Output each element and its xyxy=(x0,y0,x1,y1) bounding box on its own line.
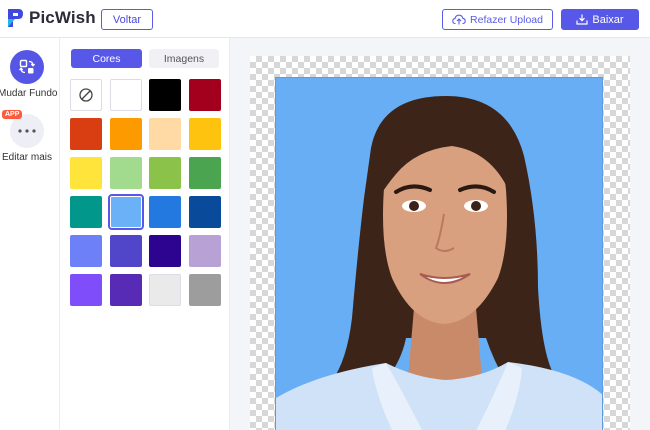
app-badge: APP xyxy=(2,110,23,119)
back-button[interactable]: Voltar xyxy=(101,9,153,30)
color-swatch[interactable] xyxy=(70,274,102,306)
portrait-illustration xyxy=(276,96,602,430)
download-button-label: Baixar xyxy=(592,13,624,26)
download-icon xyxy=(576,14,589,25)
canvas-area xyxy=(230,38,650,430)
color-swatch[interactable] xyxy=(70,157,102,189)
color-swatch[interactable] xyxy=(149,79,181,111)
color-swatch[interactable] xyxy=(188,274,221,306)
tab-images[interactable]: Imagens xyxy=(149,49,219,68)
download-button[interactable]: Baixar xyxy=(561,9,639,30)
picwish-logo-icon xyxy=(8,9,23,27)
color-swatch[interactable] xyxy=(149,157,181,189)
tab-images-label: Imagens xyxy=(163,52,205,65)
reupload-button[interactable]: Refazer Upload xyxy=(442,9,553,30)
color-swatch[interactable] xyxy=(188,196,221,228)
color-swatch[interactable] xyxy=(149,274,181,306)
back-button-label: Voltar xyxy=(112,13,142,26)
color-swatch[interactable] xyxy=(70,196,102,228)
edit-more-label: Editar mais xyxy=(2,152,53,163)
color-swatch[interactable] xyxy=(109,79,142,111)
color-swatch[interactable] xyxy=(149,118,181,150)
tab-colors[interactable]: Cores xyxy=(71,49,142,68)
reupload-button-label: Refazer Upload xyxy=(470,13,543,26)
no-color-swatch[interactable] xyxy=(70,79,102,111)
no-color-icon xyxy=(79,88,93,102)
tool-rail: Mudar Fundo APP Editar mais xyxy=(0,38,60,430)
background-panel: Cores Imagens xyxy=(60,38,230,430)
change-background-tool[interactable] xyxy=(10,50,44,84)
color-swatch[interactable] xyxy=(188,235,221,267)
change-background-icon xyxy=(19,59,35,74)
top-bar: PicWish Voltar Refazer Upload Baixar xyxy=(0,0,650,38)
more-dots-icon xyxy=(18,129,36,133)
color-swatch[interactable] xyxy=(109,118,142,150)
color-swatch[interactable] xyxy=(70,118,102,150)
color-swatch[interactable] xyxy=(109,274,142,306)
color-swatch[interactable] xyxy=(188,157,221,189)
color-swatch[interactable] xyxy=(107,194,144,230)
change-background-label: Mudar Fundo xyxy=(0,88,58,99)
app-name: PicWish xyxy=(29,8,96,27)
color-swatch[interactable] xyxy=(109,157,142,189)
tab-colors-label: Cores xyxy=(92,52,121,65)
preview-image[interactable] xyxy=(275,77,603,430)
color-swatch[interactable] xyxy=(149,196,181,228)
color-swatch[interactable] xyxy=(188,118,221,150)
color-swatch[interactable] xyxy=(109,235,142,267)
app-logo[interactable]: PicWish xyxy=(6,8,96,28)
edit-more-tool[interactable] xyxy=(10,114,44,148)
color-swatch[interactable] xyxy=(149,235,181,267)
background-tabs: Cores Imagens xyxy=(71,49,219,68)
cloud-upload-icon xyxy=(452,14,466,25)
color-swatch[interactable] xyxy=(188,79,221,111)
color-swatch[interactable] xyxy=(70,235,102,267)
